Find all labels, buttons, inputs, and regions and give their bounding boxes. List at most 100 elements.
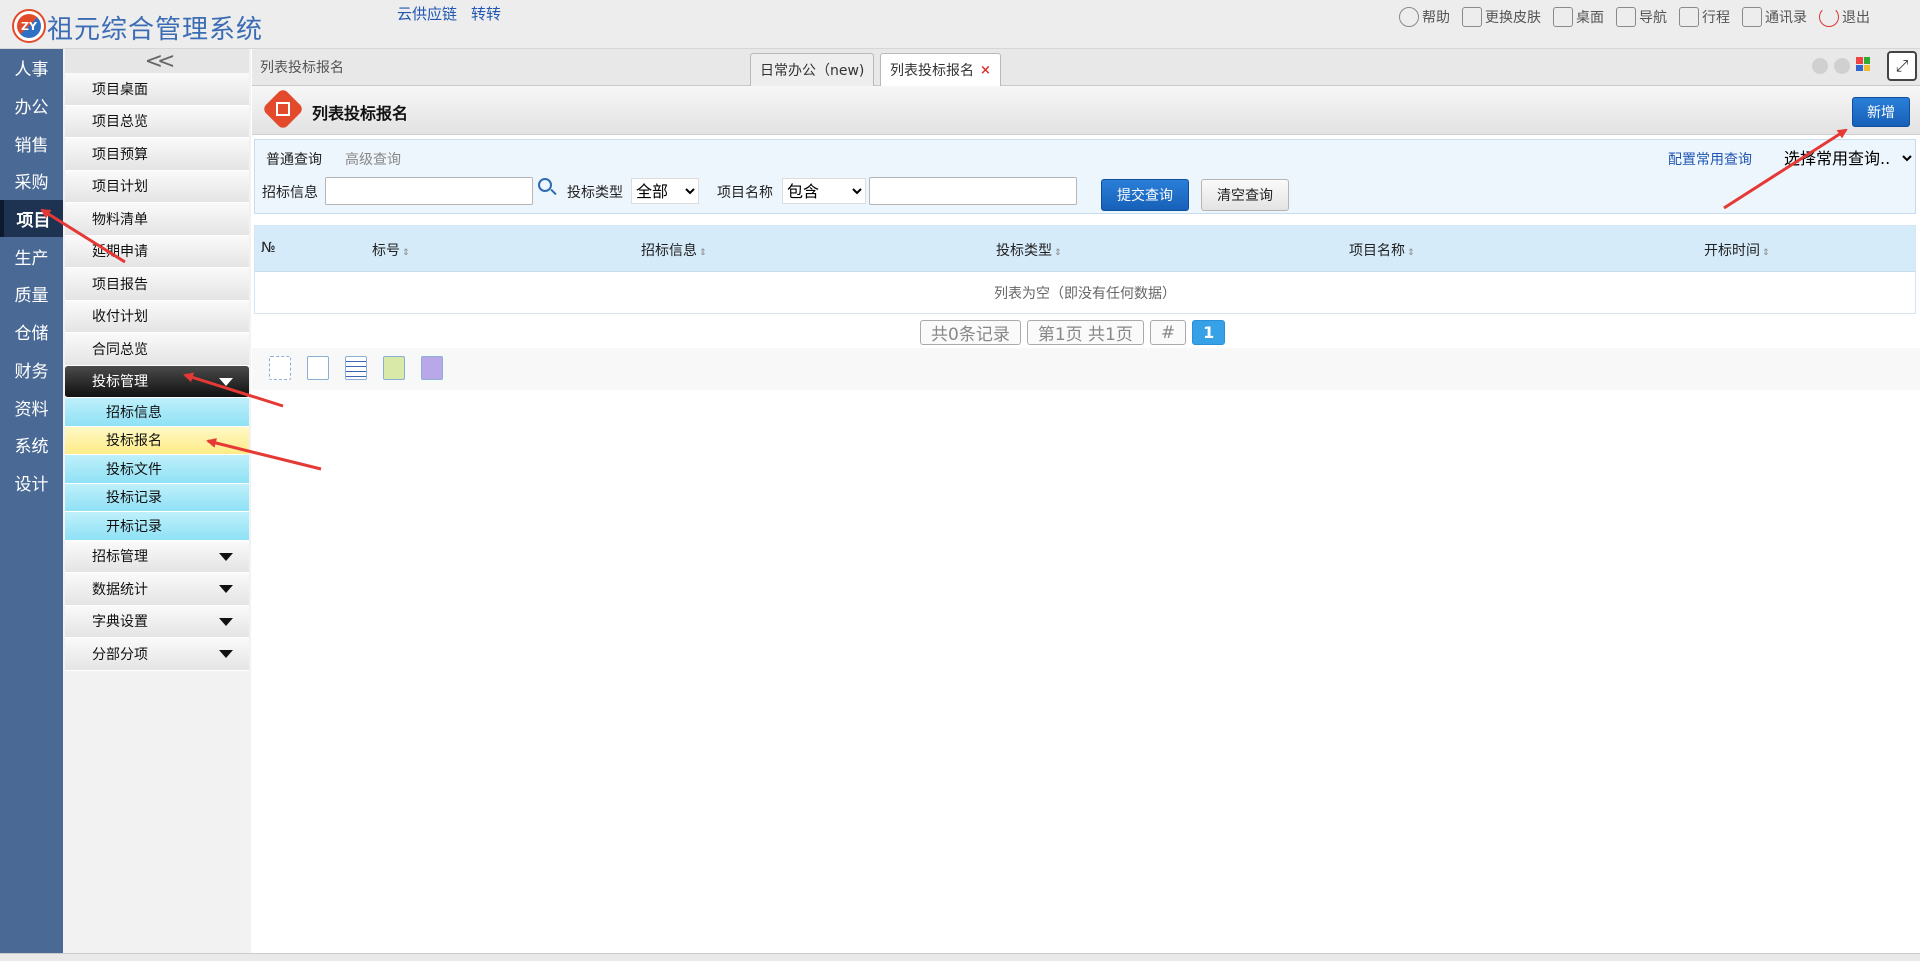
sub-item-opening-records[interactable]: 开标记录 (65, 512, 249, 541)
module-finance[interactable]: 财务 (0, 351, 63, 389)
page-info: 第1页 共1页 (1026, 320, 1144, 345)
top-link-supply-chain[interactable]: 云供应链 (397, 3, 457, 24)
close-tab-icon[interactable]: × (980, 63, 991, 78)
menu-item-project-report[interactable]: 项目报告 (65, 268, 249, 301)
module-project[interactable]: 项目 (0, 199, 63, 238)
sub-item-bid-registration[interactable]: 投标报名 (65, 426, 249, 455)
module-design[interactable]: 设计 (0, 464, 63, 502)
data-grid: № 标号 ⇕ 招标信息 ⇕ 投标类型 ⇕ 项目名称 ⇕ 开标时间 ⇕ 列表为空（即没有任何… (254, 225, 1916, 314)
sub-item-bid-documents[interactable]: 投标文件 (65, 455, 249, 484)
module-warehouse[interactable]: 仓储 (0, 313, 63, 351)
column-label: 开标时间 (1704, 243, 1760, 259)
tab-advanced-query[interactable]: 高级查询 (345, 149, 401, 169)
calendar-icon (1679, 7, 1699, 27)
module-sales[interactable]: 销售 (0, 124, 63, 162)
pagination: 共0条记录 第1页 共1页 # 1 (920, 320, 1226, 345)
saved-query-select[interactable]: 选择常用查询.. (1780, 146, 1915, 170)
column-bid-type[interactable]: 投标类型 ⇕ (996, 240, 1062, 260)
sort-icon: ⇕ (1762, 248, 1770, 258)
bid-type-select[interactable]: 全部 (631, 178, 699, 204)
menu-item-project-overview[interactable]: 项目总览 (65, 105, 249, 138)
column-label: 招标信息 (641, 243, 697, 259)
config-common-query-link[interactable]: 配置常用查询 (1668, 149, 1752, 169)
column-opening-time[interactable]: 开标时间 ⇕ (1704, 240, 1770, 260)
menu-group-bid-management[interactable]: 投标管理 (65, 365, 249, 398)
sort-icon: ⇕ (699, 248, 707, 258)
top-link-zhuanzhuan[interactable]: 转转 (471, 3, 501, 24)
menu-group-label: 投标管理 (92, 374, 148, 391)
select-icon[interactable] (269, 356, 291, 380)
logout-label: 退出 (1842, 10, 1870, 26)
sub-item-bid-records[interactable]: 投标记录 (65, 483, 249, 512)
sort-icon: ⇕ (1054, 248, 1062, 258)
menu-group-tender-management[interactable]: 招标管理 (65, 540, 249, 573)
module-system[interactable]: 系统 (0, 426, 63, 464)
project-name-operator-select[interactable]: 包含 (782, 178, 866, 204)
document-icon[interactable] (307, 356, 329, 380)
menu-item-payment-plan[interactable]: 收付计划 (65, 300, 249, 333)
search-icon[interactable] (538, 178, 552, 192)
change-skin-button[interactable]: 更换皮肤 (1462, 7, 1541, 27)
clear-query-button[interactable]: 清空查询 (1201, 179, 1289, 211)
module-hr[interactable]: 人事 (0, 49, 63, 87)
menu-item-project-budget[interactable]: 项目预算 (65, 138, 249, 171)
page-title: 列表投标报名 (312, 104, 409, 123)
tab-next-icon[interactable] (1834, 58, 1850, 74)
tab-daily-office[interactable]: 日常办公（new) (750, 53, 875, 86)
tab-normal-query[interactable]: 普通查询 (266, 149, 322, 169)
menu-item-project-desktop[interactable]: 项目桌面 (65, 73, 249, 106)
edit-icon[interactable] (383, 356, 405, 380)
change-skin-label: 更换皮肤 (1485, 10, 1541, 26)
module-office[interactable]: 办公 (0, 87, 63, 125)
menu-item-bom[interactable]: 物料清单 (65, 203, 249, 236)
table-icon[interactable] (345, 356, 367, 380)
logout-button[interactable]: 退出 (1819, 7, 1870, 27)
sidebar-menu: << 项目桌面 项目总览 项目预算 项目计划 物料清单 延期申请 项目报告 收付… (63, 49, 251, 953)
column-label: 项目名称 (1349, 243, 1405, 259)
top-links: 云供应链 转转 (397, 3, 501, 24)
menu-item-project-plan[interactable]: 项目计划 (65, 170, 249, 203)
menu-group-statistics[interactable]: 数据统计 (65, 573, 249, 606)
desktop-label: 桌面 (1576, 10, 1604, 26)
bid-info-label: 招标信息 (262, 185, 318, 201)
tab-list-icon[interactable] (1856, 57, 1870, 71)
module-quality[interactable]: 质量 (0, 275, 63, 313)
caret-down-icon (219, 650, 233, 658)
menu-group-dictionary[interactable]: 字典设置 (65, 605, 249, 638)
sub-item-tender-info[interactable]: 招标信息 (65, 398, 249, 427)
caret-down-icon (219, 552, 233, 561)
menu-item-contract-overview[interactable]: 合同总览 (65, 333, 249, 366)
project-name-input[interactable] (869, 177, 1077, 205)
fullscreen-icon[interactable]: ⤢ (1887, 51, 1917, 81)
menu-item-delay-request[interactable]: 延期申请 (65, 235, 249, 268)
schedule-button[interactable]: 行程 (1679, 7, 1730, 27)
contacts-button[interactable]: 通讯录 (1742, 7, 1807, 27)
module-documents[interactable]: 资料 (0, 388, 63, 426)
module-production[interactable]: 生产 (0, 237, 63, 275)
puzzle-icon[interactable] (421, 356, 443, 380)
contacts-label: 通讯录 (1765, 10, 1807, 26)
app-title: 祖元综合管理系统 (47, 15, 264, 45)
column-bid-no[interactable]: 标号 ⇕ (372, 240, 410, 260)
empty-message: 列表为空（即没有任何数据） (994, 285, 1176, 302)
bid-info-input[interactable] (325, 177, 533, 205)
column-project-name[interactable]: 项目名称 ⇕ (1349, 240, 1415, 260)
tab-bid-registration[interactable]: 列表投标报名 × (880, 53, 1001, 86)
list-page-icon (261, 87, 305, 131)
column-tender-info[interactable]: 招标信息 ⇕ (641, 240, 707, 260)
help-button[interactable]: 帮助 (1399, 7, 1450, 27)
contacts-icon (1742, 7, 1762, 27)
caret-down-icon (219, 617, 233, 626)
submit-query-button[interactable]: 提交查询 (1101, 179, 1189, 211)
module-purchase[interactable]: 采购 (0, 162, 63, 200)
menu-group-label: 数据统计 (92, 581, 148, 598)
collapse-menu-button[interactable]: << (65, 49, 249, 74)
tab-prev-icon[interactable] (1812, 58, 1828, 74)
navigation-button[interactable]: 导航 (1616, 7, 1667, 27)
app-logo: ZY (12, 9, 46, 43)
desktop-button[interactable]: 桌面 (1553, 7, 1604, 27)
add-button[interactable]: 新增 (1852, 97, 1910, 127)
page-jump-button[interactable]: # (1149, 320, 1187, 345)
menu-group-sub-items[interactable]: 分部分项 (65, 638, 249, 671)
page-button-current[interactable]: 1 (1192, 320, 1226, 345)
